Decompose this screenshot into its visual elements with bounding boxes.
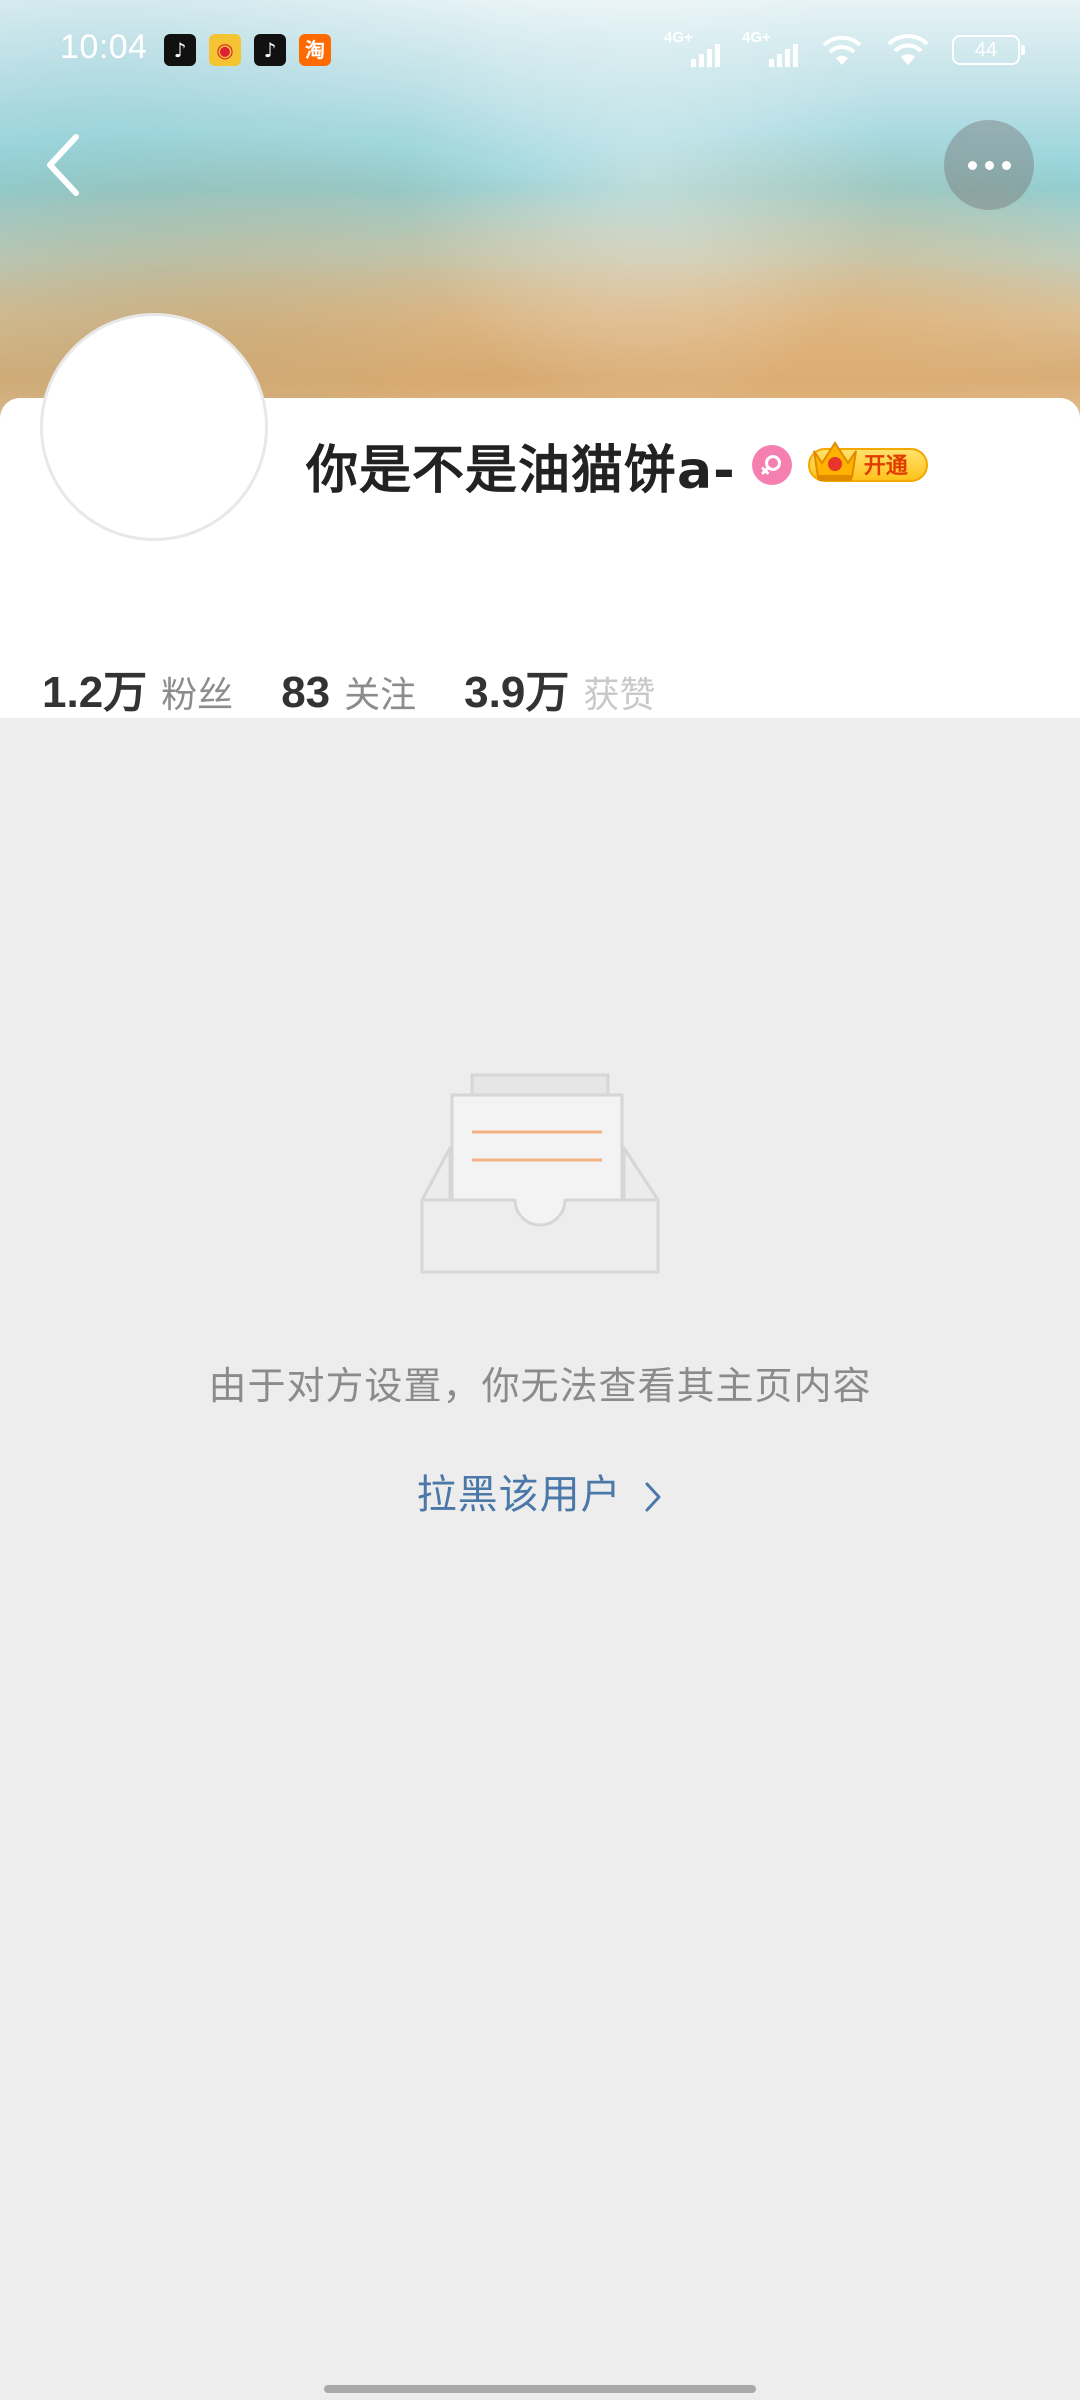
followers-stat[interactable]: 1.2万 粉丝 <box>42 656 233 720</box>
home-indicator[interactable] <box>324 2385 756 2393</box>
more-dot <box>967 160 977 170</box>
likes-count: 3.9万 <box>464 668 570 717</box>
block-user-label: 拉黑该用户 <box>416 1472 622 1518</box>
likes-label: 获赞 <box>583 675 656 716</box>
network-type-label: 4G+ <box>664 29 693 46</box>
tiktok-icon: ♪ <box>254 34 286 66</box>
avatar[interactable] <box>40 313 268 541</box>
weibo-icon: ◉ <box>209 34 241 66</box>
tiktok-icon: ♪ <box>164 34 196 66</box>
block-user-link[interactable]: 拉黑该用户 <box>0 1462 1080 1520</box>
empty-state-message: 由于对方设置，你无法查看其主页内容 <box>208 1364 872 1408</box>
wifi-icon <box>887 34 929 65</box>
cellular-signal-icon: 4G+ <box>664 29 720 69</box>
status-bar: 10:04 ♪ ◉ ♪ 淘 4G+ 4G+ 44 <box>0 0 1080 100</box>
chevron-left-icon <box>47 134 79 196</box>
battery-indicator: 44 <box>952 35 1025 65</box>
taobao-icon: 淘 <box>299 34 331 66</box>
more-options-button[interactable] <box>944 120 1034 210</box>
cellular-signal-icon: 4G+ <box>742 29 798 69</box>
following-count: 83 <box>281 668 331 717</box>
network-type-label: 4G+ <box>742 29 771 46</box>
likes-stat[interactable]: 3.9万 获赞 <box>464 656 655 720</box>
status-indicators: 4G+ 4G+ 44 <box>664 29 1025 70</box>
name-row: 你是不是油猫饼a- 开通 <box>306 430 928 501</box>
following-label: 关注 <box>344 675 417 716</box>
following-stat[interactable]: 83 关注 <box>281 666 416 718</box>
vip-open-button[interactable]: 开通 <box>807 441 928 485</box>
female-gender-icon <box>751 445 792 485</box>
wifi-icon <box>822 35 862 65</box>
empty-inbox-illustration <box>420 1073 660 1274</box>
followers-label: 粉丝 <box>161 675 234 716</box>
more-dot <box>1001 160 1011 170</box>
chevron-right-icon <box>645 1482 661 1512</box>
status-time: 10:04 <box>60 28 148 66</box>
back-button[interactable] <box>34 130 94 200</box>
username: 你是不是油猫饼a- <box>306 440 736 501</box>
profile-screen: 10:04 ♪ ◉ ♪ 淘 4G+ 4G+ 44 你是不是油猫饼a- 开通 1.… <box>0 0 1080 2400</box>
followers-count: 1.2万 <box>42 668 148 717</box>
more-dot <box>984 160 994 170</box>
crown-icon <box>812 441 857 481</box>
stats-row: 1.2万 粉丝 83 关注 3.9万 获赞 <box>42 656 703 718</box>
